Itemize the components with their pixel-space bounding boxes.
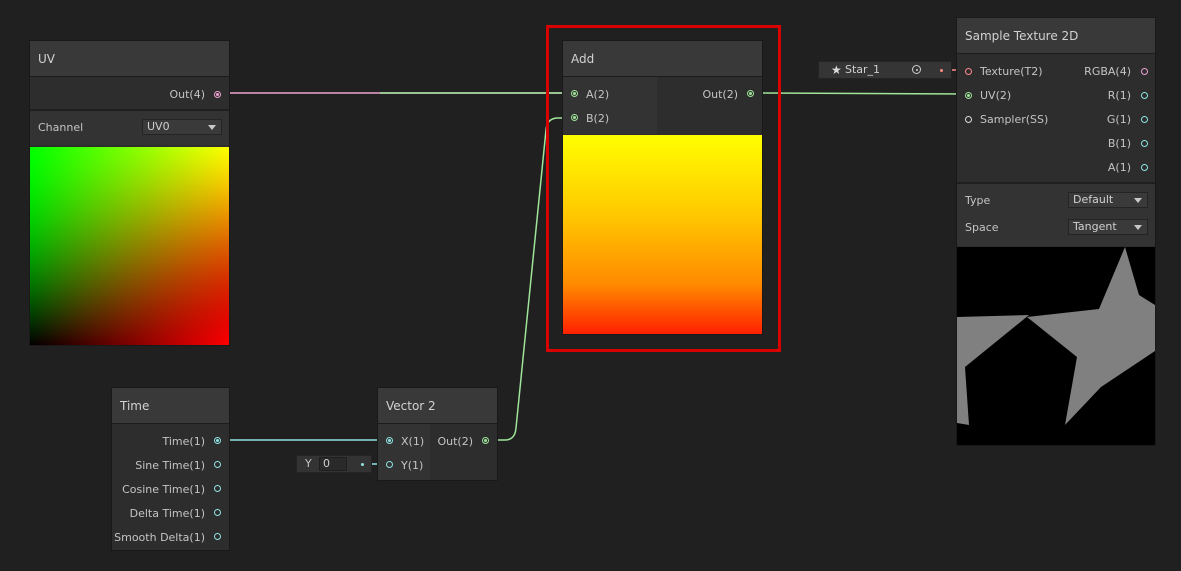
uv-input-port[interactable]	[965, 92, 972, 99]
b-output-port[interactable]	[1141, 140, 1148, 147]
y-input-field[interactable]: Y 0	[296, 455, 372, 473]
vector2-x-label: X(1)	[401, 435, 425, 448]
chevron-down-icon	[1134, 225, 1142, 230]
add-inputs-panel	[563, 77, 657, 134]
uv-out-port-label: Out(4)	[169, 88, 205, 101]
y-field-value[interactable]: 0	[319, 457, 347, 471]
star-icon: ★	[831, 63, 842, 77]
add-input-b-label: B(2)	[586, 112, 610, 125]
add-input-a-label: A(2)	[586, 88, 610, 101]
time-node[interactable]: Time Time(1) Sine Time(1) Cosine Time(1)…	[111, 387, 230, 551]
node-title: UV	[30, 41, 229, 77]
wire-add-to-sample-uv	[749, 92, 969, 95]
node-title: Vector 2	[378, 388, 497, 424]
chevron-down-icon	[1134, 198, 1142, 203]
node-title: Add	[563, 41, 762, 77]
uv-node[interactable]: UV Out(4) Channel UV0	[29, 40, 230, 346]
a-output-label: A(1)	[1107, 161, 1131, 174]
channel-label: Channel	[38, 121, 84, 134]
uv-input-label: UV(2)	[980, 89, 1012, 102]
delta-time-output-port[interactable]	[214, 509, 221, 516]
add-out-port-label: Out(2)	[702, 88, 738, 101]
node-title: Time	[112, 388, 229, 424]
a-output-port[interactable]	[1141, 164, 1148, 171]
time-output-label: Time(1)	[162, 435, 205, 448]
texture-value: Star_1	[845, 63, 881, 76]
b-output-label: B(1)	[1107, 137, 1131, 150]
r-output-port[interactable]	[1141, 92, 1148, 99]
add-input-b-port[interactable]	[571, 114, 578, 121]
space-value: Tangent	[1073, 220, 1117, 233]
rgba-output-port[interactable]	[1141, 68, 1148, 75]
add-node[interactable]: Add A(2) B(2) Out(2)	[562, 40, 763, 335]
smooth-delta-output-label: Smooth Delta(1)	[114, 531, 205, 544]
sine-time-output-label: Sine Time(1)	[135, 459, 205, 472]
cosine-time-output-label: Cosine Time(1)	[122, 483, 205, 496]
vector2-y-port[interactable]	[386, 461, 393, 468]
smooth-delta-output-port[interactable]	[214, 533, 221, 540]
add-preview	[563, 135, 762, 334]
sampler-input-label: Sampler(SS)	[980, 113, 1049, 126]
texture-port-dot	[940, 69, 943, 72]
space-label: Space	[965, 221, 999, 234]
y-field-label: Y	[305, 457, 312, 470]
texture-field[interactable]: ★ Star_1	[818, 61, 952, 79]
delta-time-output-label: Delta Time(1)	[129, 507, 205, 520]
add-out-port[interactable]	[747, 90, 754, 97]
object-picker-dot	[916, 69, 918, 71]
vector2-y-label: Y(1)	[401, 459, 424, 472]
uv-out-port[interactable]	[214, 91, 221, 98]
rgba-output-label: RGBA(4)	[1084, 65, 1131, 78]
type-dropdown[interactable]: Default	[1068, 192, 1148, 208]
chevron-down-icon	[208, 125, 216, 130]
vector2-out-label: Out(2)	[437, 435, 473, 448]
cosine-time-output-port[interactable]	[214, 485, 221, 492]
sine-time-output-port[interactable]	[214, 461, 221, 468]
vector2-node[interactable]: Vector 2 X(1) Y(1) Out(2)	[377, 387, 498, 481]
space-dropdown[interactable]: Tangent	[1068, 219, 1148, 235]
time-output-port[interactable]	[214, 437, 221, 444]
texture-preview	[957, 247, 1155, 445]
node-title: Sample Texture 2D	[957, 18, 1155, 54]
sampler-input-port[interactable]	[965, 116, 972, 123]
sample-texture-2d-node[interactable]: Sample Texture 2D Texture(T2) UV(2) Samp…	[956, 17, 1156, 446]
uv-preview-red	[30, 147, 229, 345]
g-output-label: G(1)	[1106, 113, 1131, 126]
type-value: Default	[1073, 193, 1114, 206]
channel-dropdown[interactable]: UV0	[142, 119, 222, 135]
texture-input-label: Texture(T2)	[980, 65, 1043, 78]
vector2-x-port[interactable]	[386, 437, 393, 444]
add-input-a-port[interactable]	[571, 90, 578, 97]
y-field-port-dot	[361, 463, 364, 466]
g-output-port[interactable]	[1141, 116, 1148, 123]
texture-input-port[interactable]	[965, 68, 972, 75]
type-label: Type	[965, 194, 991, 207]
channel-value: UV0	[147, 120, 170, 133]
r-output-label: R(1)	[1107, 89, 1131, 102]
vector2-out-port[interactable]	[482, 437, 489, 444]
